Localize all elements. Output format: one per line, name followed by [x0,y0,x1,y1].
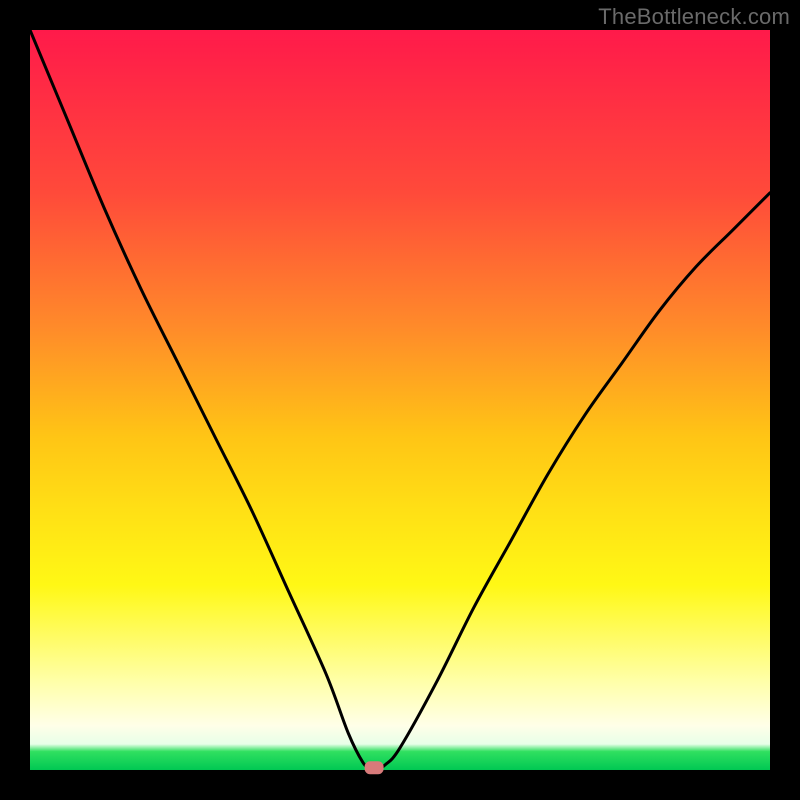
bottleneck-curve-line [30,30,770,769]
plot-area [30,30,770,770]
highlight-point [365,762,383,774]
bottleneck-chart: TheBottleneck.com [0,0,800,800]
watermark-text: TheBottleneck.com [598,4,790,30]
curve-svg [30,30,770,770]
